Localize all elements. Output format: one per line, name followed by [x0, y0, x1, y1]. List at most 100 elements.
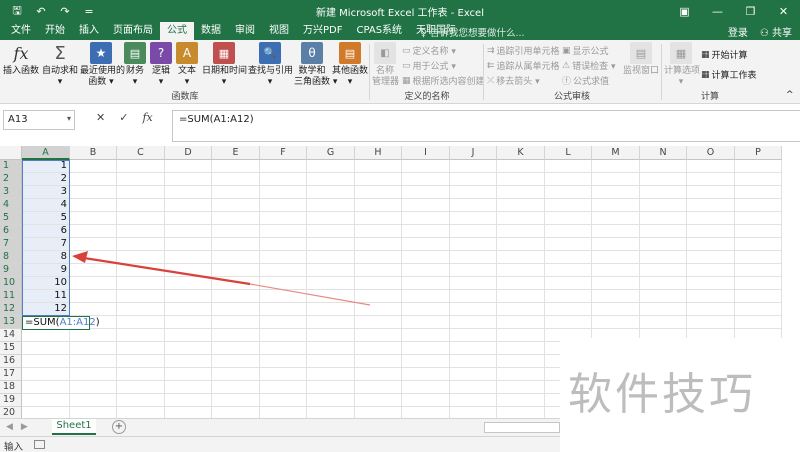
column-header-e[interactable]: E — [212, 146, 260, 160]
cell-c10[interactable] — [117, 277, 165, 290]
cell-l11[interactable] — [545, 290, 592, 303]
cell-o6[interactable] — [687, 225, 735, 238]
cell-e20[interactable] — [212, 407, 260, 418]
cell-c4[interactable] — [117, 199, 165, 212]
select-all-button[interactable] — [0, 146, 22, 160]
cell-h11[interactable] — [355, 290, 402, 303]
error-checking-button[interactable]: ⚠ 错误检查 ▾ — [562, 59, 615, 73]
cell-g11[interactable] — [307, 290, 355, 303]
add-sheet-icon[interactable]: + — [112, 420, 126, 434]
cell-a3[interactable]: 3 — [22, 186, 70, 199]
cell-k2[interactable] — [497, 173, 545, 186]
cell-g8[interactable] — [307, 251, 355, 264]
cell-d13[interactable] — [165, 316, 212, 329]
cell-h13[interactable] — [355, 316, 402, 329]
cell-d17[interactable] — [165, 368, 212, 381]
cancel-icon[interactable]: ✕ — [96, 111, 105, 124]
cell-f16[interactable] — [260, 355, 307, 368]
cell-j19[interactable] — [450, 394, 497, 407]
cell-n4[interactable] — [640, 199, 687, 212]
cell-o9[interactable] — [687, 264, 735, 277]
tab-page-layout[interactable]: 页面布局 — [106, 22, 160, 40]
column-header-j[interactable]: J — [450, 146, 497, 160]
row-header-13[interactable]: 13 — [0, 316, 22, 329]
cell-k13[interactable] — [497, 316, 545, 329]
column-header-d[interactable]: D — [165, 146, 212, 160]
cell-j16[interactable] — [450, 355, 497, 368]
cell-j12[interactable] — [450, 303, 497, 316]
cell-a2[interactable]: 2 — [22, 173, 70, 186]
cell-g17[interactable] — [307, 368, 355, 381]
cell-h18[interactable] — [355, 381, 402, 394]
cell-j4[interactable] — [450, 199, 497, 212]
cell-k16[interactable] — [497, 355, 545, 368]
column-header-m[interactable]: M — [592, 146, 640, 160]
trace-dependents-button[interactable]: ⇇ 追踪从属单元格 — [487, 59, 560, 73]
cell-j18[interactable] — [450, 381, 497, 394]
cell-m13[interactable] — [592, 316, 640, 329]
cell-o1[interactable] — [687, 160, 735, 173]
cell-g7[interactable] — [307, 238, 355, 251]
lookup-reference-button[interactable]: 🔍 查找与引用 ▾ — [248, 42, 293, 88]
date-time-button[interactable]: ▦ 日期和时间 ▾ — [202, 42, 247, 88]
column-header-c[interactable]: C — [117, 146, 165, 160]
cell-a8[interactable]: 8 — [22, 251, 70, 264]
cell-g9[interactable] — [307, 264, 355, 277]
cell-f3[interactable] — [260, 186, 307, 199]
cell-p5[interactable] — [735, 212, 782, 225]
cell-f20[interactable] — [260, 407, 307, 418]
cell-e8[interactable] — [212, 251, 260, 264]
cell-m12[interactable] — [592, 303, 640, 316]
recently-used-button[interactable]: ★ 最近使用的 函数 ▾ — [80, 42, 125, 88]
cell-g14[interactable] — [307, 329, 355, 342]
cell-p12[interactable] — [735, 303, 782, 316]
cell-i7[interactable] — [402, 238, 450, 251]
row-header-4[interactable]: 4 — [0, 199, 22, 212]
cell-b15[interactable] — [70, 342, 117, 355]
cell-h1[interactable] — [355, 160, 402, 173]
cell-i13[interactable] — [402, 316, 450, 329]
cell-j9[interactable] — [450, 264, 497, 277]
text-button[interactable]: A 文本 ▾ — [176, 42, 198, 88]
cell-b16[interactable] — [70, 355, 117, 368]
cell-m3[interactable] — [592, 186, 640, 199]
cell-g19[interactable] — [307, 394, 355, 407]
column-header-f[interactable]: F — [260, 146, 307, 160]
tab-wondershare-pdf[interactable]: 万兴PDF — [296, 22, 349, 40]
cell-n1[interactable] — [640, 160, 687, 173]
cell-c18[interactable] — [117, 381, 165, 394]
column-header-n[interactable]: N — [640, 146, 687, 160]
column-header-a[interactable]: A — [22, 146, 70, 160]
cell-o8[interactable] — [687, 251, 735, 264]
cell-g12[interactable] — [307, 303, 355, 316]
close-icon[interactable]: ✕ — [767, 0, 800, 22]
cell-d3[interactable] — [165, 186, 212, 199]
cell-d11[interactable] — [165, 290, 212, 303]
cell-e4[interactable] — [212, 199, 260, 212]
cell-j14[interactable] — [450, 329, 497, 342]
watch-window-button[interactable]: ▤ 监视窗口 — [622, 42, 660, 77]
cell-p3[interactable] — [735, 186, 782, 199]
cell-p2[interactable] — [735, 173, 782, 186]
cell-m4[interactable] — [592, 199, 640, 212]
row-header-5[interactable]: 5 — [0, 212, 22, 225]
cell-g15[interactable] — [307, 342, 355, 355]
cell-c9[interactable] — [117, 264, 165, 277]
column-header-p[interactable]: P — [735, 146, 782, 160]
cell-g4[interactable] — [307, 199, 355, 212]
cell-i6[interactable] — [402, 225, 450, 238]
chevron-down-icon[interactable]: ▾ — [67, 114, 71, 123]
share-button[interactable]: ⚇ 共享 — [760, 24, 792, 39]
use-in-formula-button[interactable]: ▭ 用于公式 ▾ — [402, 59, 456, 73]
cell-n3[interactable] — [640, 186, 687, 199]
cell-l10[interactable] — [545, 277, 592, 290]
cell-f10[interactable] — [260, 277, 307, 290]
cell-d20[interactable] — [165, 407, 212, 418]
cell-i12[interactable] — [402, 303, 450, 316]
cell-b18[interactable] — [70, 381, 117, 394]
cell-e7[interactable] — [212, 238, 260, 251]
cell-i16[interactable] — [402, 355, 450, 368]
cell-c6[interactable] — [117, 225, 165, 238]
name-box[interactable]: A13 ▾ — [3, 110, 75, 130]
cell-m11[interactable] — [592, 290, 640, 303]
